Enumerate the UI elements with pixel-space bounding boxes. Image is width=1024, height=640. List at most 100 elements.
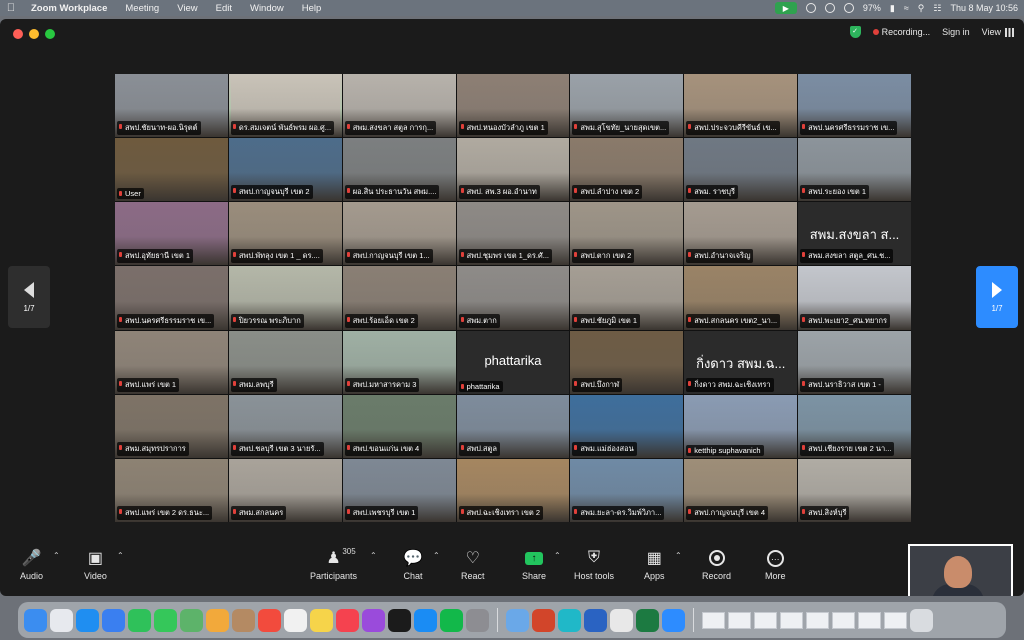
status-icon[interactable] xyxy=(805,3,816,13)
participant-tile[interactable]: สพม.สมุทรปราการ xyxy=(115,394,228,458)
dock-minimized-window[interactable] xyxy=(884,611,907,629)
zoom-status-icon[interactable]: ▶ xyxy=(774,2,797,14)
participant-tile[interactable]: สพป.พัทลุง เขต 1 _ ดร.... xyxy=(228,202,342,266)
dock-music-icon[interactable] xyxy=(336,608,359,632)
participant-tile[interactable]: สพป.สิงห์บุรี xyxy=(798,458,911,522)
dock-notes-icon[interactable] xyxy=(310,608,333,632)
dock-reminders-icon[interactable] xyxy=(284,608,307,632)
line-status-icon[interactable] xyxy=(824,3,835,13)
participant-tile[interactable]: สพป.ชัยนาท-ผอ.นิรุตต์ xyxy=(115,74,228,138)
wifi-icon[interactable]: ≈ xyxy=(904,3,909,13)
dock-finder-icon[interactable] xyxy=(24,608,47,632)
participant-tile[interactable]: สพป.ลำปาง เขต 2 xyxy=(570,138,684,202)
apps-button[interactable]: ▦ Apps xyxy=(644,545,665,581)
dock-mail-icon[interactable] xyxy=(102,608,125,632)
participant-tile[interactable]: สพป.นครศรีธรรมราช เข... xyxy=(115,266,228,330)
dock-line-icon[interactable] xyxy=(440,608,463,632)
recording-indicator[interactable]: Recording... xyxy=(872,27,930,37)
more-button[interactable]: … More xyxy=(765,545,786,581)
search-icon[interactable]: ⚲ xyxy=(918,3,925,14)
participant-tile[interactable]: สพป.กาญจนบุรี เขต 2 xyxy=(228,138,342,202)
apps-options-chevron-icon[interactable]: ⌃ xyxy=(675,551,682,560)
participant-tile[interactable]: สพม.แม่ฮ่องสอน xyxy=(570,394,684,458)
participant-tile[interactable]: สพม.สงขลา สตูล การกุ... xyxy=(342,74,456,138)
participant-tile[interactable]: สพป.อำนาจเจริญ xyxy=(684,202,798,266)
menu-view[interactable]: View xyxy=(168,3,206,14)
audio-button[interactable]: 🎤 Audio xyxy=(20,545,43,581)
participant-tile[interactable]: สพป.สตูล xyxy=(456,394,570,458)
menu-window[interactable]: Window xyxy=(241,3,293,14)
dock-maps-icon[interactable] xyxy=(180,608,203,632)
participant-tile[interactable]: สพป.เพชรบุรี เขต 1 xyxy=(342,458,456,522)
self-view-video[interactable] xyxy=(908,544,1013,596)
dock-facetime-icon[interactable] xyxy=(128,608,151,632)
menu-meeting[interactable]: Meeting xyxy=(116,3,168,14)
video-options-chevron-icon[interactable]: ⌃ xyxy=(117,551,124,560)
participant-tile[interactable]: ดร.สมเจตน์ พันธ์พรม ผอ.ศู... xyxy=(228,74,342,138)
view-button[interactable]: View xyxy=(982,27,1014,37)
participant-tile[interactable]: สพป. สพ.3 ผอ.อำนาท xyxy=(456,138,570,202)
dock-podcasts-icon[interactable] xyxy=(362,608,385,632)
close-window-button[interactable] xyxy=(13,29,23,39)
dock-preview-icon[interactable] xyxy=(506,608,529,632)
menu-edit[interactable]: Edit xyxy=(207,3,241,14)
participant-tile[interactable]: สพม.ยะลา-ดร.วิมพ์วิภา... xyxy=(570,458,684,522)
participant-tile[interactable]: สพป.กาญจนบุรี เขต 4 xyxy=(684,458,798,522)
participant-tile[interactable]: สพป.ขอนแก่น เขต 4 xyxy=(342,394,456,458)
participant-tile[interactable]: สพป.สกลนคร เขต2_นา... xyxy=(684,266,798,330)
dock-powerpoint-icon[interactable] xyxy=(532,608,555,632)
participant-tile[interactable]: สพป.แพร่ เขต 1 xyxy=(115,330,228,394)
dock-tv-icon[interactable] xyxy=(388,608,411,632)
participant-tile[interactable]: สพป.ระยอง เขต 1 xyxy=(798,138,911,202)
participant-tile[interactable]: สพป.หนองบัวลำภู เขต 1 xyxy=(456,74,570,138)
dock-minimized-window[interactable] xyxy=(780,611,803,629)
participant-tile[interactable]: สพป.มหาสารคาม 3 xyxy=(342,330,456,394)
dock-calendar-icon[interactable] xyxy=(258,608,281,632)
dock-safari-icon[interactable] xyxy=(76,608,99,632)
dock-minimized-window[interactable] xyxy=(754,611,777,629)
audio-options-chevron-icon[interactable]: ⌃ xyxy=(53,551,60,560)
record-button[interactable]: Record xyxy=(702,545,731,581)
participant-tile[interactable]: สพม.สกลนคร xyxy=(228,458,342,522)
participant-tile[interactable]: สพม. ราชบุรี xyxy=(684,138,798,202)
participant-tile[interactable]: สพม.สงขลา ส... สพม.สงขลา สตูล_ศน.ช... xyxy=(798,202,911,266)
participant-tile[interactable]: ปิยวรรณ พระภิบาก xyxy=(228,266,342,330)
participant-tile[interactable]: สพม.ลพบุรี xyxy=(228,330,342,394)
participants-options-chevron-icon[interactable]: ⌃ xyxy=(370,551,377,560)
participant-tile[interactable]: สพป.นราธิวาส เขต 1 - xyxy=(798,330,911,394)
participant-tile[interactable]: phattarika phattarika xyxy=(456,330,570,394)
participants-button[interactable]: ♟ 305 Participants xyxy=(310,545,357,581)
participant-tile[interactable]: สพป.ชุมพร เขต 1_ดร.ศั... xyxy=(456,202,570,266)
dock-launchpad-icon[interactable] xyxy=(50,608,73,632)
participant-tile[interactable]: ผอ.สิน ประธานวัน สพม.... xyxy=(342,138,456,202)
dock-trash-icon[interactable] xyxy=(910,608,933,632)
dock-contacts-icon[interactable] xyxy=(232,608,255,632)
dock-minimized-window[interactable] xyxy=(806,611,829,629)
participant-tile[interactable]: สพป.ชัยภูมิ เขต 1 xyxy=(570,266,684,330)
chat-options-chevron-icon[interactable]: ⌃ xyxy=(433,551,440,560)
battery-icon[interactable]: ▮ xyxy=(890,3,895,14)
participant-tile[interactable]: สพป.ชลบุรี เขต 3 นายรั... xyxy=(228,394,342,458)
control-center-icon[interactable]: ☷ xyxy=(933,3,941,14)
dock-canva-icon[interactable] xyxy=(558,608,581,632)
minimize-window-button[interactable] xyxy=(29,29,39,39)
video-button[interactable]: ▣ Video xyxy=(84,545,107,581)
participant-tile[interactable]: สพป.บึงกาฬ xyxy=(570,330,684,394)
fullscreen-window-button[interactable] xyxy=(45,29,55,39)
dock-zoom-icon[interactable] xyxy=(662,608,685,632)
clock[interactable]: Thu 8 May 10:56 xyxy=(950,3,1018,13)
dock-chrome-icon[interactable] xyxy=(610,608,633,632)
sign-in-link[interactable]: Sign in xyxy=(942,27,970,37)
dock-minimized-window[interactable] xyxy=(832,611,855,629)
dock-messages-icon[interactable] xyxy=(154,608,177,632)
participant-tile[interactable]: สพป.อุทัยธานี เขต 1 xyxy=(115,202,228,266)
participant-tile[interactable]: User xyxy=(115,138,228,202)
share-options-chevron-icon[interactable]: ⌃ xyxy=(554,551,561,560)
participant-tile[interactable]: สพม.สุโขทัย_นายสุดเขต... xyxy=(570,74,684,138)
dock-minimized-window[interactable] xyxy=(702,611,725,629)
dock-minimized-window[interactable] xyxy=(858,611,881,629)
participant-tile[interactable]: สพป.ประจวบคีรีขันธ์ เข... xyxy=(684,74,798,138)
encryption-shield-icon[interactable]: ✓ xyxy=(849,26,861,38)
dock-word-icon[interactable] xyxy=(584,608,607,632)
participant-tile[interactable]: สพป.นครศรีธรรมราช เข... xyxy=(798,74,911,138)
